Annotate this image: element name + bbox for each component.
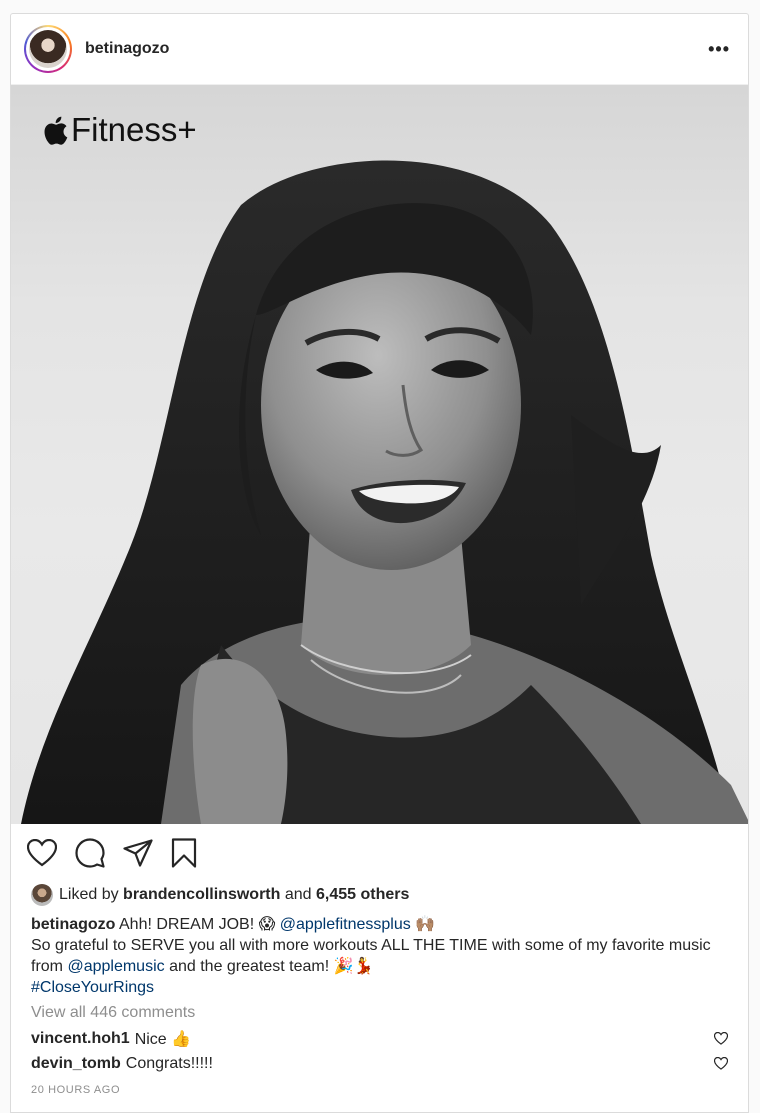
likes-count[interactable]: 6,455 others — [316, 886, 409, 904]
post-timestamp[interactable]: 20 HOURS AGO — [11, 1076, 748, 1096]
caption-username[interactable]: betinagozo — [31, 916, 115, 933]
comment-heart-icon[interactable] — [714, 1057, 728, 1070]
share-icon[interactable] — [123, 839, 153, 867]
mention-applemusic[interactable]: @applemusic — [67, 958, 164, 975]
caption-line1-tail: 🙌🏽 — [415, 916, 436, 933]
post-caption: betinagozo Ahh! DREAM JOB! 😱 @applefitne… — [11, 908, 748, 998]
post-card: betinagozo ••• Fitness+ Liked by branden… — [10, 13, 749, 1113]
fitness-logo: Fitness+ — [41, 111, 197, 149]
caption-line2-tail: and the greatest team! 🎉💃 — [169, 958, 374, 975]
view-all-comments-link[interactable]: View all 446 comments — [11, 998, 748, 1026]
comment-heart-icon[interactable] — [714, 1032, 728, 1045]
brand-text: Fitness+ — [71, 111, 197, 148]
likes-summary: Liked by brandencollinsworth and 6,455 o… — [11, 882, 748, 908]
apple-logo-icon — [44, 116, 68, 145]
caption-line1: Ahh! DREAM JOB! 😱 — [119, 916, 276, 933]
heart-icon[interactable] — [27, 839, 57, 867]
action-bar — [11, 824, 748, 882]
post-photo[interactable]: Fitness+ — [11, 85, 748, 824]
bookmark-icon[interactable] — [171, 838, 197, 868]
liker-username[interactable]: brandencollinsworth — [123, 886, 280, 904]
comment-text: Nice 👍 — [134, 1030, 192, 1048]
comment-username[interactable]: devin_tomb — [31, 1055, 121, 1073]
likes-and: and — [284, 886, 312, 903]
comment-row: vincent.hoh1 Nice 👍 — [11, 1026, 748, 1051]
comment-username[interactable]: vincent.hoh1 — [31, 1030, 130, 1048]
post-header: betinagozo ••• — [11, 14, 748, 85]
post-username[interactable]: betinagozo — [85, 40, 169, 58]
avatar[interactable] — [24, 25, 72, 73]
comment-icon[interactable] — [75, 838, 105, 868]
likes-prefix: Liked by — [59, 886, 119, 903]
comment-text: Congrats!!!!! — [125, 1054, 213, 1072]
liker-avatar[interactable] — [31, 884, 53, 906]
more-options-icon[interactable]: ••• — [708, 40, 730, 58]
portrait-illustration — [21, 160, 748, 824]
avatar-image — [29, 30, 67, 68]
comment-row: devin_tomb Congrats!!!!! — [11, 1051, 748, 1076]
hashtag-closeyourrings[interactable]: #CloseYourRings — [31, 979, 154, 996]
mention-applefitnessplus[interactable]: @applefitnessplus — [280, 916, 411, 933]
